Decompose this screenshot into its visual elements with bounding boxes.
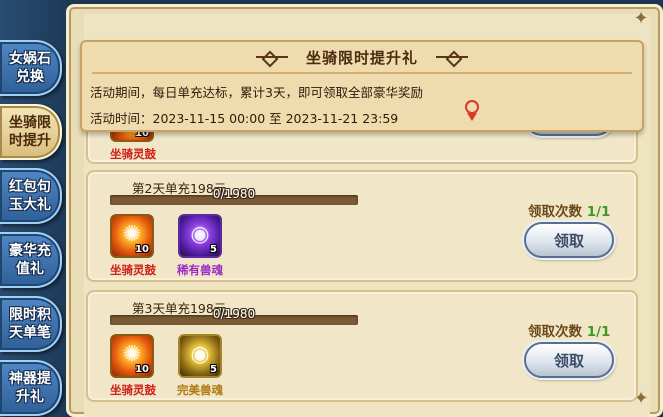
event-tab-strip: 女娲石兑换 坐骑限时提升 红包句玉大礼 豪华充值礼 限时积天单笔 神器提升礼 (0, 0, 66, 417)
claim-button-day2[interactable]: 领取 (524, 222, 614, 258)
tab-artifact-upgrade[interactable]: 神器提升礼 (0, 360, 62, 416)
item-name: 坐骑灵鼓 (110, 263, 156, 277)
mount-spirit-drum-item[interactable]: ✺ 10 (110, 334, 154, 378)
divider (92, 72, 632, 74)
tab-red-packet-gift[interactable]: 红包句玉大礼 (0, 168, 62, 224)
reward-card-day2: 第2天单充198元 0/1980 领取次数 1/1 领取 ✺ 10 坐骑灵鼓 ◉… (86, 170, 638, 282)
item-name: 坐骑灵鼓 (110, 147, 156, 161)
claim-count-label: 领取次数 1/1 (528, 320, 610, 340)
rare-beast-soul-item[interactable]: ◉ 5 (178, 214, 222, 258)
claim-count-value: 1/1 (586, 204, 611, 220)
tab-accumulated-single-recharge[interactable]: 限时积天单笔 (0, 296, 62, 352)
tab-label: 坐骑限时提升 (9, 115, 51, 149)
tab-label: 豪华充值礼 (9, 243, 51, 277)
touch-indicator-icon (465, 100, 479, 121)
right-ornament-icon (436, 52, 468, 62)
perfect-beast-soul-item[interactable]: ◉ 5 (178, 334, 222, 378)
item-name: 完美兽魂 (177, 383, 223, 397)
reward-card-day3: 第3天单充198元 0/1980 领取次数 1/1 领取 ✺ 10 坐骑灵鼓 ◉… (86, 290, 638, 402)
claim-label: 领取次数 (528, 204, 582, 220)
event-info-banner: 坐骑限时提升礼 活动期间，每日单充达标，累计3天，即可领取全部豪华奖励 活动时间… (80, 40, 644, 132)
banner-header: 坐骑限时提升礼 (82, 42, 642, 72)
progress-text: 0/1980 (212, 187, 256, 201)
tab-label: 神器提升礼 (9, 371, 51, 405)
progress-text: 0/1980 (212, 307, 256, 321)
claim-count-label: 领取次数 1/1 (528, 200, 610, 220)
corner-ornament-icon: ✦ (633, 8, 649, 29)
claim-label: 领取次数 (528, 324, 582, 340)
tab-nvwa-stone-exchange[interactable]: 女娲石兑换 (0, 40, 62, 96)
claim-count-value: 1/1 (586, 324, 611, 340)
progress-bar: 0/1980 (110, 187, 358, 205)
tab-label: 女娲石兑换 (9, 51, 51, 85)
item-name: 稀有兽魂 (177, 263, 223, 277)
progress-bar: 0/1980 (110, 307, 358, 325)
tab-label: 红包句玉大礼 (9, 179, 51, 213)
left-ornament-icon (255, 52, 288, 62)
event-description: 活动期间，每日单充达标，累计3天，即可领取全部豪华奖励 (90, 85, 423, 100)
mount-spirit-drum-item[interactable]: ✺ 10 (110, 214, 154, 258)
tab-label: 限时积天单笔 (9, 307, 51, 341)
tab-mount-upgrade[interactable]: 坐骑限时提升 (0, 104, 62, 160)
page-title: 坐骑限时提升礼 (305, 48, 418, 67)
tab-luxury-recharge[interactable]: 豪华充值礼 (0, 232, 62, 288)
event-time: 活动时间：2023-11-15 00:00 至 2023-11-21 23:59 (90, 111, 399, 126)
item-name: 坐骑灵鼓 (110, 383, 156, 397)
claim-button-day3[interactable]: 领取 (524, 342, 614, 378)
